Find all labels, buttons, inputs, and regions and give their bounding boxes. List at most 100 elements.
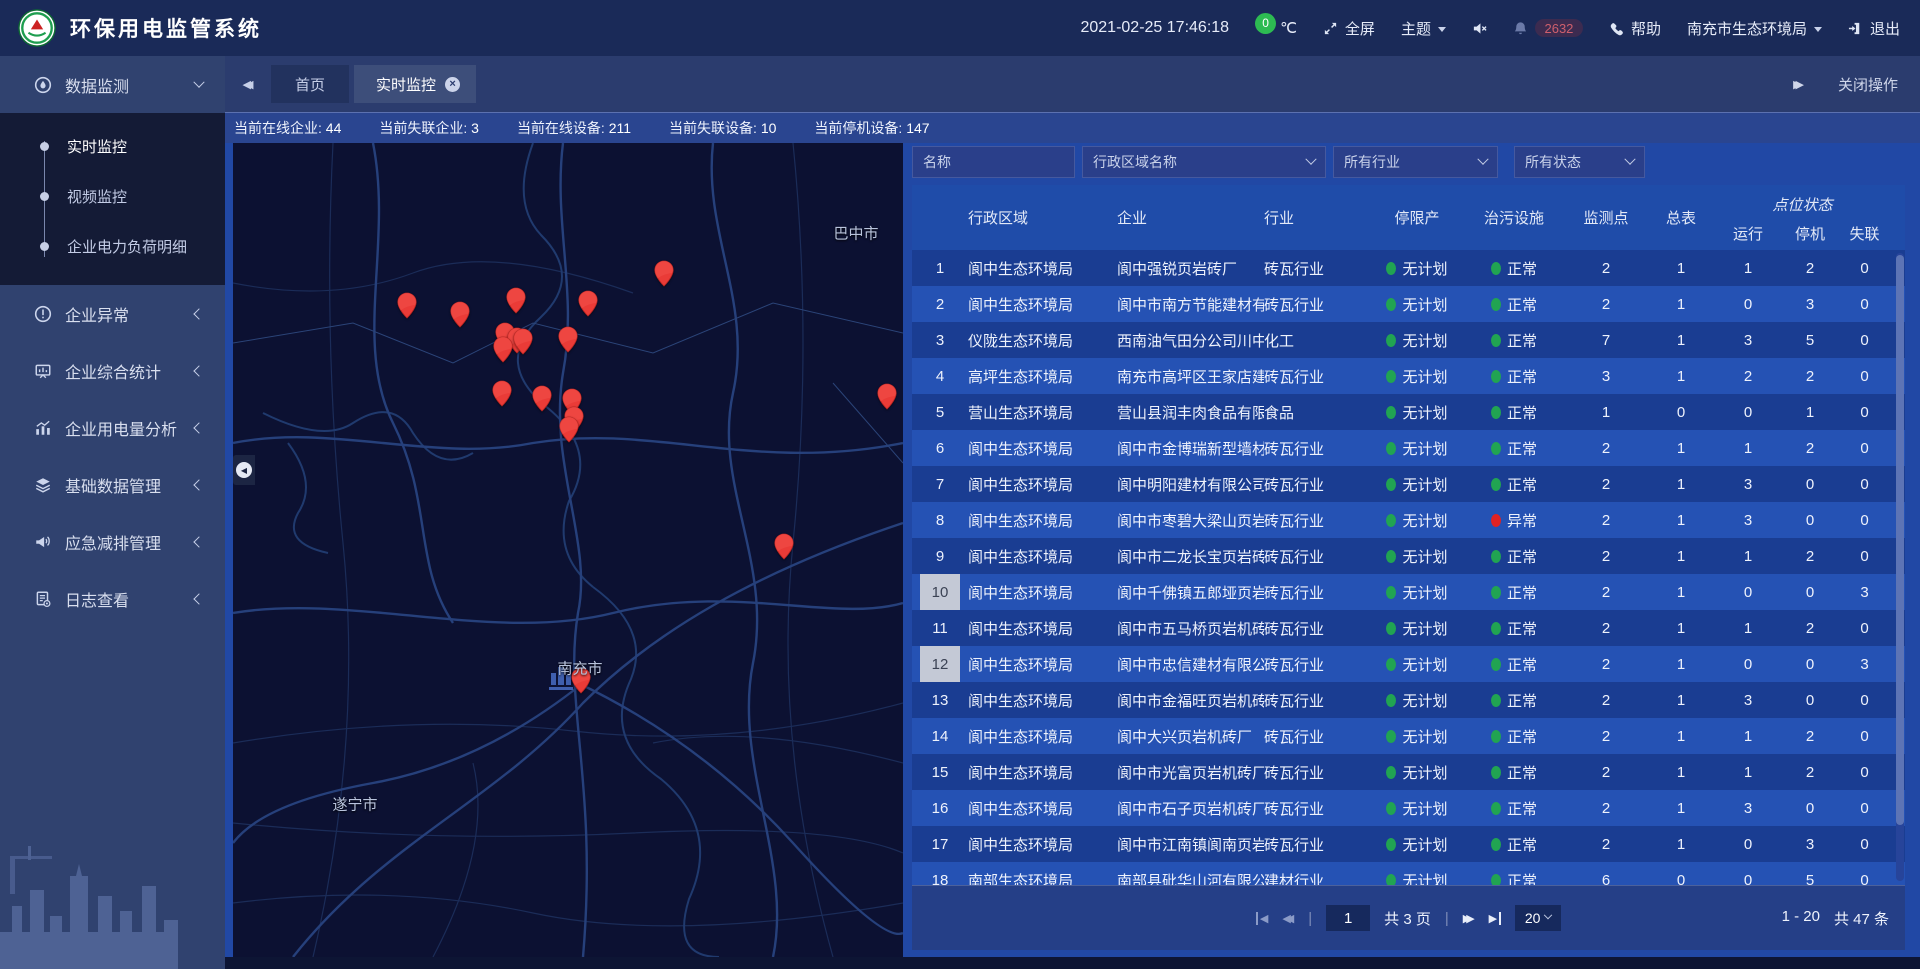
table-row[interactable]: 8 阆中生态环境局 阆中市枣碧大梁山页岩 砖瓦行业 无计划 异常 2 1 3 0… [912, 502, 1905, 538]
table-row[interactable]: 1 阆中生态环境局 阆中强锐页岩砖厂 砖瓦行业 无计划 正常 2 1 1 2 0 [912, 250, 1905, 286]
limit-status-dot [1386, 586, 1396, 599]
sidebar-item-base-data[interactable]: 基础数据管理 [0, 456, 225, 513]
map-pin[interactable] [492, 380, 512, 407]
cell-industry: 砖瓦行业 [1264, 682, 1368, 718]
page-number-input[interactable]: 1 [1326, 905, 1370, 931]
cell-meter: 1 [1650, 358, 1712, 394]
status-filter-select[interactable]: 所有状态 [1514, 146, 1645, 178]
map-pin[interactable] [559, 416, 579, 443]
cell-run: 3 [1712, 502, 1784, 538]
region-filter-select[interactable]: 行政区域名称 [1082, 146, 1326, 178]
col-industry: 行业 [1264, 185, 1368, 250]
table-row[interactable]: 11 阆中生态环境局 阆中市五马桥页岩机砖 砖瓦行业 无计划 正常 2 1 1 … [912, 610, 1905, 646]
table-row[interactable]: 10 阆中生态环境局 阆中千佛镇五郎垭页岩 砖瓦行业 无计划 正常 2 1 0 … [912, 574, 1905, 610]
org-menu[interactable]: 南充市生态环境局 [1687, 18, 1822, 39]
table-row[interactable]: 14 阆中生态环境局 阆中大兴页岩机砖厂 砖瓦行业 无计划 正常 2 1 1 2… [912, 718, 1905, 754]
fullscreen-button[interactable]: 全屏 [1323, 18, 1375, 39]
next-page-button[interactable]: ▶▶ [1463, 912, 1475, 925]
cell-industry: 砖瓦行业 [1264, 538, 1368, 574]
table-row[interactable]: 15 阆中生态环境局 阆中市光富页岩机砖厂 砖瓦行业 无计划 正常 2 1 1 … [912, 754, 1905, 790]
sidebar-subitem-video-monitor[interactable]: 视频监控 [0, 171, 225, 221]
cell-company: 阆中市忠信建材有限公 [1117, 646, 1264, 682]
cell-company: 阆中市南方节能建材有 [1117, 286, 1264, 322]
logout-icon [1848, 21, 1863, 36]
col-monitor: 监测点 [1562, 185, 1650, 250]
sidebar-subitem-realtime-monitor[interactable]: 实时监控 [0, 121, 225, 171]
limit-status-dot [1386, 838, 1396, 851]
map-pin[interactable] [450, 301, 470, 328]
table-row[interactable]: 16 阆中生态环境局 阆中市石子页岩机砖厂 砖瓦行业 无计划 正常 2 1 3 … [912, 790, 1905, 826]
facility-status-dot [1491, 802, 1501, 815]
help-button[interactable]: 帮助 [1609, 18, 1661, 39]
notifications-button[interactable]: 2632 [1513, 19, 1583, 37]
cell-limit-text: 无计划 [1402, 834, 1447, 855]
map-pin[interactable] [774, 533, 794, 560]
table-row[interactable]: 2 阆中生态环境局 阆中市南方节能建材有 砖瓦行业 无计划 正常 2 1 0 3… [912, 286, 1905, 322]
map-pin[interactable] [654, 260, 674, 287]
cell-region: 阆中生态环境局 [968, 466, 1117, 502]
tab-home[interactable]: 首页 [271, 65, 349, 103]
map-pin[interactable] [578, 290, 598, 317]
sidebar-item-log-view[interactable]: 日志查看 [0, 570, 225, 627]
table-row[interactable]: 4 高坪生态环境局 南充市高坪区王家店建 砖瓦行业 无计划 正常 3 1 2 2… [912, 358, 1905, 394]
map-panel[interactable]: ◀ 巴中市南充市遂宁市 [233, 143, 903, 957]
name-filter-input-box[interactable] [912, 146, 1075, 178]
tabs-scroll-right-button[interactable]: ▶▶ [1793, 78, 1804, 91]
col-company: 企业 [1117, 185, 1264, 250]
first-page-button[interactable]: ◀ [1256, 912, 1268, 925]
cell-facility-text: 正常 [1507, 798, 1537, 819]
map-pin[interactable] [506, 287, 526, 314]
prev-page-button[interactable]: ◀◀ [1282, 912, 1294, 925]
table-row[interactable]: 12 阆中生态环境局 阆中市忠信建材有限公 砖瓦行业 无计划 正常 2 1 0 … [912, 646, 1905, 682]
map-pin[interactable] [877, 383, 897, 410]
industry-filter-select[interactable]: 所有行业 [1333, 146, 1498, 178]
cell-meter: 1 [1650, 574, 1712, 610]
cell-lost: 0 [1836, 790, 1893, 826]
table-scrollbar[interactable] [1896, 253, 1904, 881]
cell-lost: 3 [1836, 646, 1893, 682]
cell-monitor: 2 [1562, 250, 1650, 286]
filter-bar: 行政区域名称 所有行业 所有状态 [912, 146, 1905, 178]
scrollbar-thumb[interactable] [1896, 255, 1904, 825]
table-row[interactable]: 3 仪陇生态环境局 西南油气田分公司川中 化工 无计划 正常 7 1 3 5 0 [912, 322, 1905, 358]
page-size-select[interactable]: 20 [1515, 905, 1561, 931]
map-pin[interactable] [493, 336, 513, 363]
limit-status-dot [1386, 262, 1396, 275]
tabs-scroll-left-button[interactable]: ◀◀ [225, 78, 271, 91]
tab-close-icon[interactable]: × [445, 77, 460, 92]
cell-run: 3 [1712, 790, 1784, 826]
cell-limit-text: 无计划 [1402, 762, 1447, 783]
chevron-down-icon [1438, 27, 1446, 36]
map-pin[interactable] [558, 326, 578, 353]
sidebar-item-emergency-reduction[interactable]: 应急减排管理 [0, 513, 225, 570]
map-collapse-toggle[interactable]: ◀ [233, 455, 255, 485]
tab-realtime[interactable]: 实时监控× [354, 65, 476, 103]
theme-menu[interactable]: 主题 [1401, 18, 1446, 39]
table-row[interactable]: 17 阆中生态环境局 阆中市江南镇阆南页岩 砖瓦行业 无计划 正常 2 1 0 … [912, 826, 1905, 862]
table-row[interactable]: 9 阆中生态环境局 阆中市二龙长宝页岩砖 砖瓦行业 无计划 正常 2 1 1 2… [912, 538, 1905, 574]
limit-status-dot [1386, 658, 1396, 671]
sidebar-item-data-monitor[interactable]: 数据监测 [0, 56, 225, 113]
map-pin[interactable] [513, 328, 533, 355]
table-row[interactable]: 6 阆中生态环境局 阆中市金博瑞新型墙材 砖瓦行业 无计划 正常 2 1 1 2… [912, 430, 1905, 466]
logout-button[interactable]: 退出 [1848, 18, 1900, 39]
map-city-label: 南充市 [557, 658, 602, 679]
app-header: 环保用电监管系统 2021-02-25 17:46:18 0 ℃ 全屏 主题 2… [0, 0, 1920, 56]
cell-company: 阆中市石子页岩机砖厂 [1117, 790, 1264, 826]
table-row[interactable]: 7 阆中生态环境局 阆中明阳建材有限公司 砖瓦行业 无计划 正常 2 1 3 0… [912, 466, 1905, 502]
sidebar-item-enterprise-stats[interactable]: 企业综合统计 [0, 342, 225, 399]
sidebar-item-enterprise-abnormal[interactable]: 企业异常 [0, 285, 225, 342]
last-page-button[interactable]: ▶ [1489, 912, 1501, 925]
close-operations-menu[interactable]: 关闭操作 [1838, 74, 1898, 95]
sidebar-subitem-power-load-detail[interactable]: 企业电力负荷明细 [0, 221, 225, 271]
table-row[interactable]: 13 阆中生态环境局 阆中市金福旺页岩机砖 砖瓦行业 无计划 正常 2 1 3 … [912, 682, 1905, 718]
mute-button[interactable] [1472, 21, 1487, 36]
map-pin[interactable] [532, 385, 552, 412]
name-filter-input[interactable] [923, 154, 1064, 170]
map-pin[interactable] [397, 292, 417, 319]
sidebar-item-power-analysis[interactable]: 企业用电量分析 [0, 399, 225, 456]
col-lost: 失联 [1836, 217, 1893, 250]
cell-industry: 砖瓦行业 [1264, 502, 1368, 538]
table-row[interactable]: 5 营山生态环境局 营山县润丰肉食品有限 食品 无计划 正常 1 0 0 1 0 [912, 394, 1905, 430]
cell-run: 0 [1712, 286, 1784, 322]
